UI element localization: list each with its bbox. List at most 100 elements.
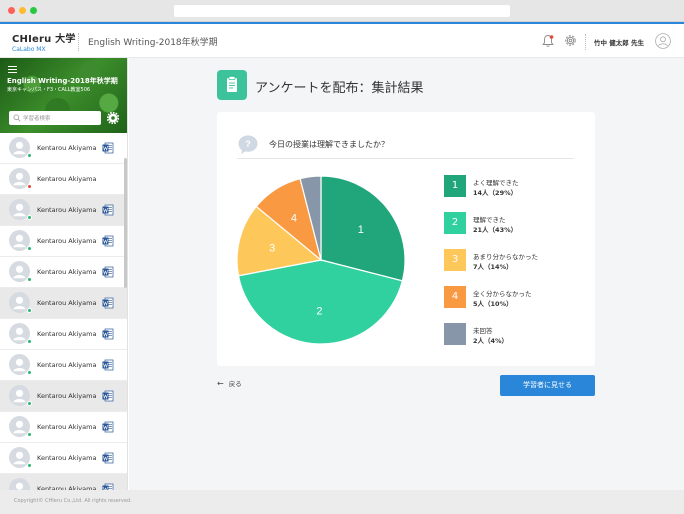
student-list-item[interactable]: Kentarou Akiyama [0,443,127,474]
student-name: Kentarou Akiyama [37,299,97,307]
main-content: アンケートを配布：集計結果 ? 今日の授業は理解できましたか？ 1 2 3 4 1 よく… [129,58,684,490]
sidebar-settings-gear-icon[interactable] [107,112,119,124]
student-name: Kentarou Akiyama [37,392,97,400]
student-name: Kentarou Akiyama [37,454,97,462]
word-document-icon[interactable] [102,483,114,490]
word-document-icon[interactable] [102,204,114,216]
back-link[interactable]: ← 戻る [217,378,242,388]
student-list-item[interactable]: Kentarou Akiyama [0,164,127,195]
sidebar: English Writing-2018年秋学期 東京キャンパス・F3・CALL… [0,58,128,490]
question-divider [237,158,574,159]
page-title: アンケートを配布：集計結果 [255,81,424,96]
status-dot [27,308,32,313]
search-icon [13,114,21,122]
student-list-item[interactable]: Kentarou Akiyama [0,195,127,226]
legend-item: 1 よく理解できた 14人（29%） [444,175,584,199]
legend-label: 未回答 [473,327,493,335]
status-dot [27,339,32,344]
status-dot [27,184,32,189]
student-name: Kentarou Akiyama [37,268,97,276]
status-dot [27,432,32,437]
legend-label: 理解できた [473,216,506,224]
student-list-item[interactable]: Kentarou Akiyama [0,133,127,164]
user-avatar-icon[interactable] [655,33,671,49]
pie-slice-label: 2 [316,305,322,317]
word-document-icon[interactable] [102,390,114,402]
student-name: Kentarou Akiyama [37,361,97,369]
brand-logo[interactable]: CHIeru 大学 CaLabo MX [12,30,76,53]
legend-label: よく理解できた [473,179,519,187]
student-search-input[interactable]: 学習者検索 [9,111,101,125]
brand-name: CHIeru 大学 [12,34,76,45]
survey-clipboard-icon [217,70,247,100]
student-name: Kentarou Akiyama [37,330,97,338]
student-list-item[interactable]: Kentarou Akiyama [0,319,127,350]
status-dot [27,370,32,375]
app-header: CHIeru 大学 CaLabo MX English Writing-2018… [0,22,684,58]
student-list-item[interactable]: Kentarou Akiyama [0,257,127,288]
status-dot [27,463,32,468]
back-label: 戻る [228,380,242,388]
menu-icon[interactable] [8,66,17,73]
student-name: Kentarou Akiyama [37,423,97,431]
word-document-icon[interactable] [102,297,114,309]
window-maximize-button[interactable] [30,7,37,14]
word-document-icon[interactable] [102,421,114,433]
back-arrow-icon: ← [217,379,224,388]
student-list-item[interactable]: Kentarou Akiyama [0,381,127,412]
question-text: 今日の授業は理解できましたか？ [269,140,389,149]
legend-label: 全く分からなかった [473,290,532,298]
status-dot [27,153,32,158]
student-list-item[interactable]: Kentarou Akiyama [0,412,127,443]
sidebar-place: 東京キャンパス・F3・CALL教室506 [7,87,91,93]
header-divider [585,34,586,50]
student-name: Kentarou Akiyama [37,144,97,152]
copyright-text: Copyright© CHIeru Co.,Ltd. All rights re… [14,498,132,504]
header-divider [78,33,79,51]
legend-swatch: 3 [444,249,466,271]
word-document-icon[interactable] [102,359,114,371]
student-name: Kentarou Akiyama [37,175,97,183]
word-document-icon[interactable] [102,235,114,247]
student-name: Kentarou Akiyama [37,237,97,245]
sidebar-scrollbar[interactable] [124,158,127,288]
browser-chrome [0,0,684,22]
window-minimize-button[interactable] [19,7,26,14]
pie-slice-label: 1 [358,224,364,236]
sidebar-header: English Writing-2018年秋学期 東京キャンパス・F3・CALL… [0,58,127,133]
brand-subtitle: CaLabo MX [12,46,46,53]
legend-swatch [444,323,466,345]
word-document-icon[interactable] [102,142,114,154]
legend-count: 7人（14%） [473,263,513,271]
legend-item: 4 全く分からなかった 5人（10%） [444,286,584,310]
student-list: Kentarou Akiyama Kentarou Akiyama Kentarou… [0,133,127,490]
footer: Copyright© CHIeru Co.,Ltd. All rights re… [0,490,684,514]
status-dot [27,401,32,406]
legend-count: 5人（10%） [473,300,513,308]
address-bar[interactable] [174,5,510,17]
student-list-item[interactable]: Kentarou Akiyama [0,350,127,381]
course-title: English Writing-2018年秋学期 [88,38,218,48]
student-list-item[interactable]: Kentarou Akiyama [0,226,127,257]
student-name: Kentarou Akiyama [37,206,97,214]
search-placeholder: 学習者検索 [23,116,51,122]
word-document-icon[interactable] [102,266,114,278]
pie-slice-label: 3 [269,242,275,254]
notification-bell-icon[interactable] [542,34,554,48]
window-close-button[interactable] [8,7,15,14]
student-list-item[interactable]: Kentarou Akiyama [0,474,127,490]
settings-gear-icon[interactable] [563,33,578,48]
student-avatar-icon [9,478,30,490]
legend-swatch: 1 [444,175,466,197]
question-bubble-icon: ? [238,135,258,154]
word-document-icon[interactable] [102,452,114,464]
legend-swatch: 4 [444,286,466,308]
legend-swatch: 2 [444,212,466,234]
show-to-students-button[interactable]: 学習者に見せる [500,375,595,396]
legend-label: あまり分からなかった [473,253,538,261]
teacher-name[interactable]: 竹中 健太郎 先生 [594,37,644,47]
legend-count: 2人（4%） [473,337,509,345]
legend-count: 14人（29%） [473,189,518,197]
word-document-icon[interactable] [102,328,114,340]
student-list-item[interactable]: Kentarou Akiyama [0,288,127,319]
